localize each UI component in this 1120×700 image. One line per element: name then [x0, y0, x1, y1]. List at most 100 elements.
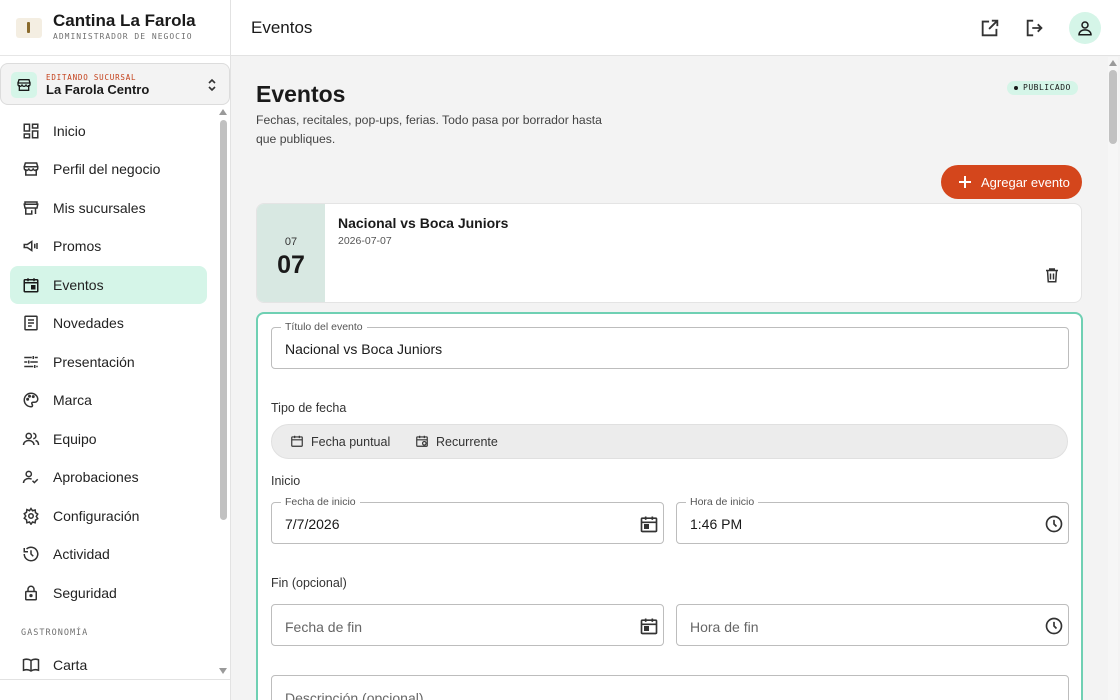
- date-type-recurring-label: Recurrente: [436, 435, 498, 449]
- sidebar-scrollbar[interactable]: [218, 105, 228, 680]
- page-title: Eventos: [256, 81, 346, 107]
- sidebar-item-actividad[interactable]: Actividad: [10, 535, 207, 573]
- sidebar-item-label: Configuración: [53, 508, 140, 524]
- calendar-icon[interactable]: [639, 616, 659, 636]
- start-date-value: 7/7/2026: [285, 516, 340, 532]
- branch-selector[interactable]: EDITANDO SUCURSAL La Farola Centro: [0, 63, 230, 105]
- calendar-repeat-icon: [416, 435, 428, 447]
- event-title-value: Nacional vs Boca Juniors: [285, 341, 443, 357]
- clock-icon[interactable]: [1044, 616, 1064, 636]
- sidebar-item-carta[interactable]: Carta: [10, 646, 207, 680]
- scroll-up-arrow[interactable]: [219, 109, 227, 115]
- sidebar-item-label: Promos: [53, 238, 102, 254]
- delete-icon[interactable]: [1043, 266, 1061, 284]
- sidebar-item-marca[interactable]: Marca: [10, 381, 207, 419]
- event-card[interactable]: 07 07 Nacional vs Boca Juniors 2026-07-0…: [256, 203, 1082, 303]
- start-time-field[interactable]: Hora de inicio 1:46 PM: [676, 496, 1069, 544]
- sidebar-item-label: Novedades: [53, 315, 124, 331]
- sidebar-item-seguridad[interactable]: Seguridad: [10, 574, 207, 612]
- add-event-button[interactable]: Agregar evento: [941, 165, 1082, 199]
- tune-icon: [24, 356, 38, 368]
- branch-kicker: EDITANDO SUCURSAL: [46, 73, 137, 82]
- chevron-unfold-icon: [208, 78, 216, 92]
- megaphone-icon: [23, 240, 38, 252]
- event-date-block: 07 07: [257, 204, 325, 302]
- sidebar-item-label: Eventos: [53, 277, 104, 293]
- start-date-label: Fecha de inicio: [281, 496, 360, 508]
- event-date: 2026-07-07: [338, 235, 392, 247]
- top-bar: Eventos: [231, 0, 1120, 56]
- dashboard-icon: [23, 123, 39, 139]
- main-content: Eventos Fechas, recitales, pop-ups, feri…: [231, 57, 1106, 700]
- nav-section-gastronomia: GASTRONOMÍA: [21, 628, 89, 638]
- date-type-toggle: Fecha puntual Recurrente: [271, 424, 1068, 459]
- sidebar-item-aprobaciones[interactable]: Aprobaciones: [10, 458, 207, 496]
- sidebar-item-configuracion[interactable]: Configuración: [10, 497, 207, 535]
- end-time-field[interactable]: Hora de fin: [676, 604, 1069, 646]
- storefront-icon: [11, 72, 37, 98]
- scroll-down-arrow[interactable]: [219, 668, 227, 674]
- event-title-label: Título del evento: [281, 321, 367, 333]
- end-time-placeholder: Hora de fin: [690, 619, 759, 635]
- sidebar-item-label: Seguridad: [53, 585, 117, 601]
- description-placeholder: Descripción (opcional): [285, 690, 424, 700]
- storefront-icon: [23, 162, 39, 176]
- status-badge: PUBLICADO: [1007, 81, 1078, 95]
- scroll-up-arrow[interactable]: [1109, 60, 1117, 66]
- end-date-field[interactable]: Fecha de fin: [271, 604, 664, 646]
- brand-subtitle: ADMINISTRADOR DE NEGOCIO: [53, 32, 193, 41]
- sidebar-item-label: Aprobaciones: [53, 469, 139, 485]
- sidebar-item-inicio[interactable]: Inicio: [10, 112, 207, 150]
- sidebar-item-perfil[interactable]: Perfil del negocio: [10, 150, 207, 188]
- event-form: Título del evento Nacional vs Boca Junio…: [256, 312, 1083, 700]
- open-external-icon: [981, 19, 999, 37]
- start-section-label: Inicio: [271, 474, 301, 488]
- people-icon: [22, 432, 40, 446]
- date-type-single-label: Fecha puntual: [311, 435, 391, 449]
- sidebar-item-eventos[interactable]: Eventos: [10, 266, 207, 304]
- history-icon: [23, 546, 39, 562]
- sidebar-item-label: Inicio: [53, 123, 86, 139]
- plus-icon: [959, 176, 971, 188]
- description-field[interactable]: Descripción (opcional): [271, 675, 1069, 700]
- add-event-label: Agregar evento: [981, 175, 1070, 190]
- start-date-field[interactable]: Fecha de inicio 7/7/2026: [271, 496, 664, 544]
- account-icon: [1078, 21, 1092, 36]
- open-external-button[interactable]: [976, 14, 1004, 42]
- main-scroll-thumb[interactable]: [1109, 70, 1117, 144]
- start-time-label: Hora de inicio: [686, 496, 759, 508]
- sidebar-item-presentacion[interactable]: Presentación: [10, 343, 207, 381]
- logout-button[interactable]: [1021, 14, 1049, 42]
- sidebar-item-equipo[interactable]: Equipo: [10, 420, 207, 458]
- sidebar-scroll-thumb[interactable]: [220, 120, 227, 520]
- sidebar-item-promos[interactable]: Promos: [10, 227, 207, 265]
- branch-name: La Farola Centro: [46, 82, 150, 97]
- calendar-icon: [291, 435, 303, 447]
- topbar-title: Eventos: [251, 18, 313, 37]
- end-section-label: Fin (opcional): [271, 576, 347, 590]
- store-icon: [23, 201, 39, 215]
- sidebar: Cantina La Farola ADMINISTRADOR DE NEGOC…: [0, 0, 231, 700]
- sidebar-item-label: Carta: [53, 657, 88, 673]
- start-time-value: 1:46 PM: [690, 516, 743, 532]
- palette-icon: [23, 392, 39, 408]
- article-icon: [24, 315, 38, 331]
- sidebar-item-sucursales[interactable]: Mis sucursales: [10, 189, 207, 227]
- sidebar-item-novedades[interactable]: Novedades: [10, 304, 207, 342]
- event-day: 07: [277, 251, 305, 279]
- logout-icon: [1026, 19, 1043, 37]
- sidebar-item-label: Perfil del negocio: [53, 161, 161, 177]
- sidebar-item-label: Equipo: [53, 431, 97, 447]
- clock-icon[interactable]: [1044, 514, 1064, 534]
- sidebar-item-label: Actividad: [53, 546, 110, 562]
- page-description: Fechas, recitales, pop-ups, ferias. Todo…: [256, 113, 602, 146]
- brand-logo: [16, 18, 42, 38]
- main-scrollbar[interactable]: [1108, 57, 1118, 700]
- sidebar-item-label: Presentación: [53, 354, 135, 370]
- calendar-event-icon: [23, 278, 39, 293]
- menu-book-icon: [22, 658, 40, 672]
- calendar-icon[interactable]: [639, 514, 659, 534]
- event-title-field[interactable]: Título del evento Nacional vs Boca Junio…: [271, 321, 1069, 369]
- sidebar-nav: Inicio Perfil del negocio Mis sucursales…: [0, 112, 218, 680]
- account-button[interactable]: [1069, 12, 1101, 44]
